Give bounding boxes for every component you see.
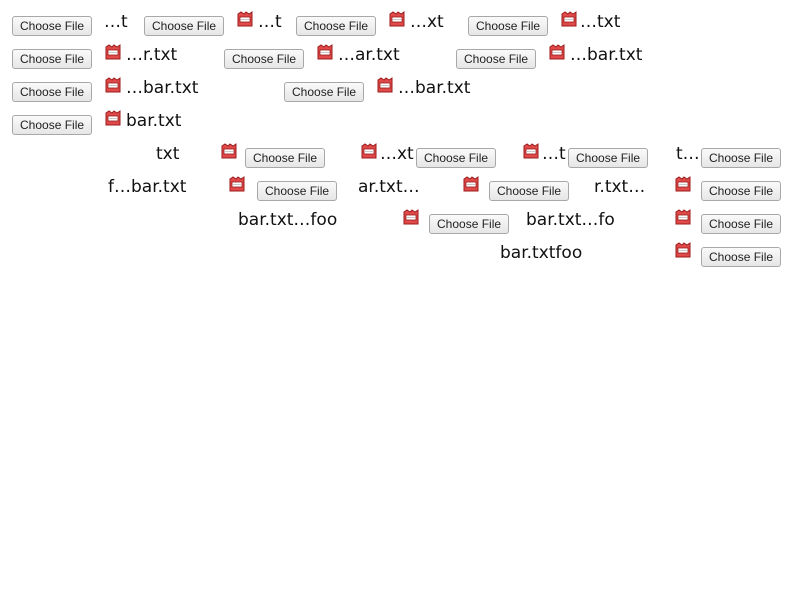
- file-name-label: f…bar.txt: [108, 177, 187, 197]
- file-icon-red: [549, 44, 565, 60]
- file-icon-red: [221, 143, 237, 159]
- file-icon-red: [317, 44, 333, 60]
- file-icon: [388, 11, 406, 28]
- file-icon: [360, 143, 378, 160]
- choose-file-button[interactable]: Choose File: [144, 16, 225, 36]
- file-name-label: …t: [542, 144, 566, 164]
- file-icon-red: [561, 11, 577, 27]
- file-name-label: …bar.txt: [570, 45, 643, 65]
- choose-file-button[interactable]: Choose File: [296, 16, 377, 36]
- file-icon: [548, 44, 566, 61]
- choose-file-button[interactable]: Choose File: [245, 148, 326, 168]
- choose-file-button[interactable]: Choose File: [12, 16, 93, 36]
- file-icon: [560, 11, 578, 28]
- file-icon-red: [361, 143, 377, 159]
- choose-file-button[interactable]: Choose File: [257, 181, 338, 201]
- file-name-label: …t: [258, 12, 282, 32]
- file-icon-red: [237, 11, 253, 27]
- file-icon: [376, 77, 394, 94]
- file-name-label: …xt: [380, 144, 414, 164]
- choose-file-button[interactable]: Choose File: [701, 247, 782, 267]
- choose-file-button[interactable]: Choose File: [284, 82, 365, 102]
- choose-file-button[interactable]: Choose File: [456, 49, 537, 69]
- file-icon-red: [675, 209, 691, 225]
- file-icon-red: [675, 176, 691, 192]
- file-icon-red: [105, 44, 121, 60]
- file-icon-red: [105, 77, 121, 93]
- file-icon: [462, 176, 480, 193]
- file-icon: [228, 176, 246, 193]
- file-icon: [316, 44, 334, 61]
- file-name-label: bar.txt…fo: [526, 210, 615, 230]
- choose-file-button[interactable]: Choose File: [12, 82, 93, 102]
- file-icon: [104, 110, 122, 127]
- choose-file-button[interactable]: Choose File: [224, 49, 305, 69]
- file-icon: [236, 11, 254, 28]
- file-icon-red: [675, 242, 691, 258]
- file-icon-red: [403, 209, 419, 225]
- file-name-label: …bar.txt: [398, 78, 471, 98]
- file-icon-red: [389, 11, 405, 27]
- file-icon: [674, 242, 692, 259]
- file-icon: [674, 209, 692, 226]
- choose-file-button[interactable]: Choose File: [701, 214, 782, 234]
- file-name-label: t…: [676, 144, 700, 164]
- file-icon: [522, 143, 540, 160]
- choose-file-button[interactable]: Choose File: [416, 148, 497, 168]
- file-name-label: …r.txt: [126, 45, 178, 65]
- choose-file-button[interactable]: Choose File: [489, 181, 570, 201]
- choose-file-button[interactable]: Choose File: [568, 148, 649, 168]
- file-icon: [104, 77, 122, 94]
- file-name-label: …bar.txt: [126, 78, 199, 98]
- file-inputs-page: Choose File …t Choose File …t Choose Fil…: [0, 0, 800, 600]
- file-icon-red: [229, 176, 245, 192]
- choose-file-button[interactable]: Choose File: [701, 181, 782, 201]
- file-icon: [104, 44, 122, 61]
- file-name-label: bar.txtfoo: [500, 243, 583, 263]
- file-name-label: …xt: [410, 12, 444, 32]
- file-name-label: …txt: [580, 12, 621, 32]
- choose-file-button[interactable]: Choose File: [468, 16, 549, 36]
- file-name-label: bar.txt: [126, 111, 182, 131]
- file-name-label: txt: [156, 144, 180, 164]
- file-icon-red: [523, 143, 539, 159]
- file-name-label: …ar.txt: [338, 45, 400, 65]
- file-icon-red: [463, 176, 479, 192]
- file-icon: [402, 209, 420, 226]
- file-icon-red: [105, 110, 121, 126]
- choose-file-button[interactable]: Choose File: [701, 148, 782, 168]
- file-icon-red: [377, 77, 393, 93]
- file-name-label: ar.txt…: [358, 177, 420, 197]
- file-name-label: bar.txt…foo: [238, 210, 338, 230]
- file-icon: [674, 176, 692, 193]
- file-name-label: r.txt…: [594, 177, 646, 197]
- file-icon: [220, 143, 238, 160]
- choose-file-button[interactable]: Choose File: [429, 214, 510, 234]
- choose-file-button[interactable]: Choose File: [12, 115, 93, 135]
- file-name-label: …t: [104, 12, 128, 32]
- choose-file-button[interactable]: Choose File: [12, 49, 93, 69]
